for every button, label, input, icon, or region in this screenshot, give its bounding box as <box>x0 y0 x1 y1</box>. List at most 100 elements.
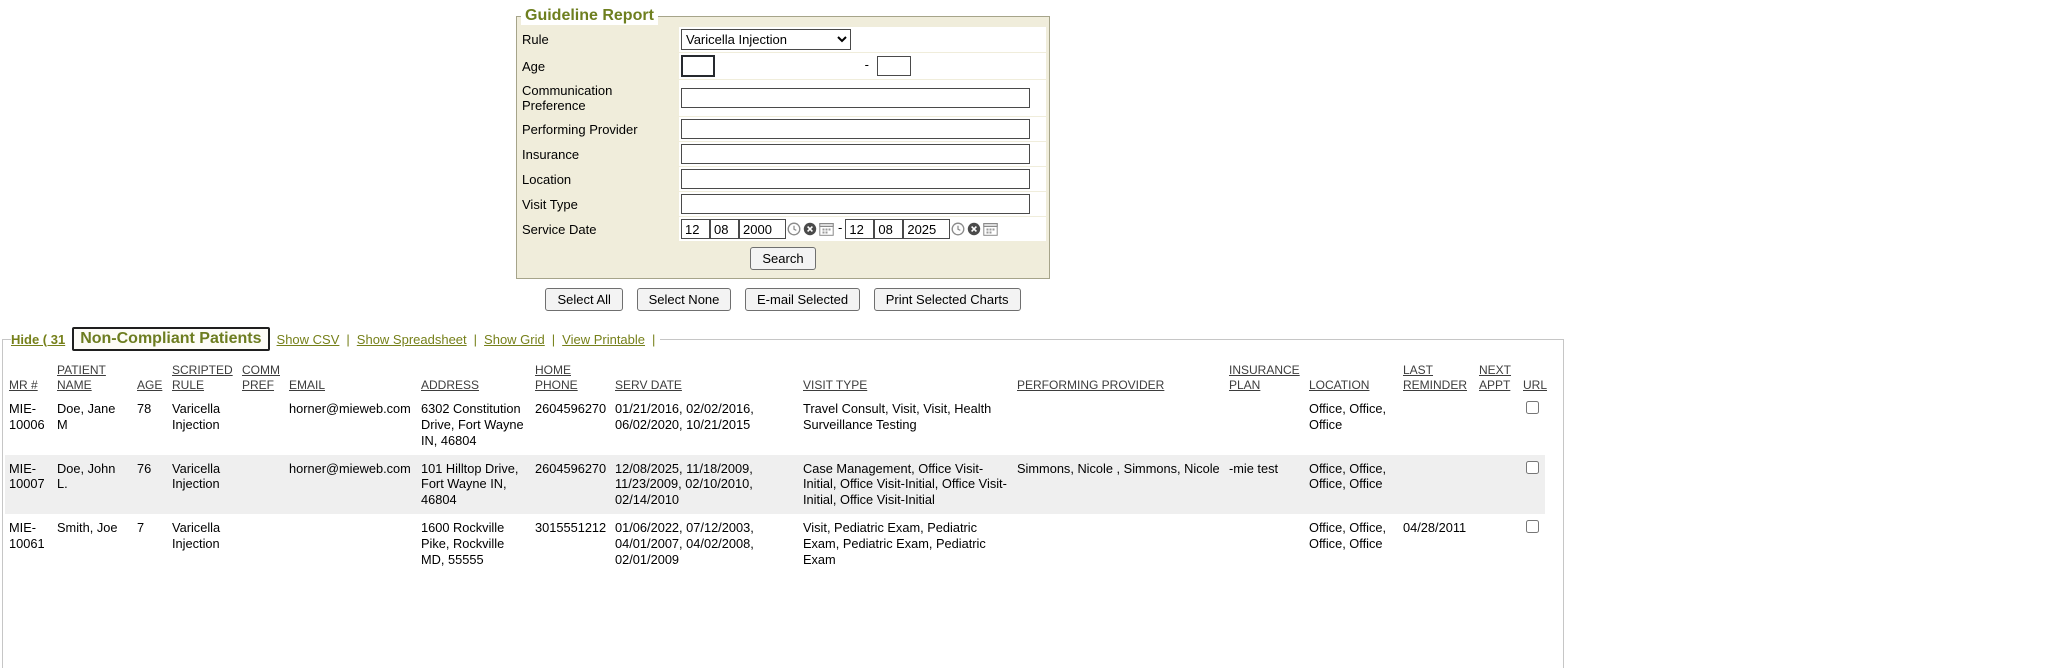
form-row-communication-preference: Communication Preference <box>520 80 1046 116</box>
insurance-input[interactable] <box>681 144 1030 164</box>
cell-email: horner@mieweb.com <box>285 455 417 515</box>
search-button[interactable]: Search <box>750 247 815 270</box>
form-row-rule: Rule Varicella Injection <box>520 27 1046 52</box>
visit-type-input[interactable] <box>681 194 1030 214</box>
service-date-to-year-input[interactable] <box>903 219 950 239</box>
url-checkbox[interactable] <box>1526 401 1539 414</box>
rule-label: Rule <box>520 27 678 52</box>
cell-location: Office, Office, Office, Office <box>1305 514 1399 574</box>
show-csv-link[interactable]: Show CSV <box>277 332 340 347</box>
cell-location: Office, Office, Office, Office <box>1305 455 1399 515</box>
patients-table: MR # PATIENT NAME AGE SCRIPTED RULE COMM… <box>5 354 1545 574</box>
cell-home-phone: 3015551212 <box>531 514 611 574</box>
service-date-from-clock-icon[interactable] <box>787 222 801 236</box>
column-header-last-reminder[interactable]: LAST REMINDER <box>1403 363 1467 392</box>
cell-last-reminder: 04/28/2011 <box>1399 514 1475 574</box>
link-separator: | <box>552 332 555 347</box>
column-header-performing-provider[interactable]: PERFORMING PROVIDER <box>1017 378 1164 392</box>
service-date-to-month-input[interactable] <box>845 219 874 239</box>
cell-scripted-rule: Varicella Injection <box>168 455 238 515</box>
column-header-email[interactable]: EMAIL <box>289 378 325 392</box>
column-header-serv-date[interactable]: SERV DATE <box>615 378 682 392</box>
service-date-to-clear-icon[interactable] <box>967 222 981 236</box>
cell-comm-pref <box>238 455 285 515</box>
cell-home-phone: 2604596270 <box>531 455 611 515</box>
show-spreadsheet-link[interactable]: Show Spreadsheet <box>357 332 467 347</box>
column-header-mr[interactable]: MR # <box>9 378 38 392</box>
guideline-report-title: Guideline Report <box>521 7 658 25</box>
section-title-box: Non-Compliant Patients <box>72 327 269 351</box>
column-header-url[interactable]: URL <box>1523 378 1547 392</box>
cell-patient-name: Smith, Joe <box>53 514 133 574</box>
form-row-service-date: Service Date - <box>520 217 1046 241</box>
cell-performing-provider <box>1013 395 1225 455</box>
column-header-insurance-plan[interactable]: INSURANCE PLAN <box>1229 363 1300 392</box>
column-header-patient-name[interactable]: PATIENT NAME <box>57 363 106 392</box>
link-separator: | <box>346 332 349 347</box>
view-printable-link[interactable]: View Printable <box>562 332 645 347</box>
cell-age: 7 <box>133 514 168 574</box>
cell-url <box>1519 395 1545 455</box>
cell-url <box>1519 455 1545 515</box>
cell-comm-pref <box>238 395 285 455</box>
cell-performing-provider <box>1013 514 1225 574</box>
email-selected-button[interactable]: E-mail Selected <box>745 288 860 311</box>
cell-performing-provider: Simmons, Nicole , Simmons, Nicole <box>1013 455 1225 515</box>
service-date-to-clock-icon[interactable] <box>951 222 965 236</box>
cell-scripted-rule: Varicella Injection <box>168 514 238 574</box>
selection-toolbar: Select All Select None E-mail Selected P… <box>0 288 1566 311</box>
rule-select[interactable]: Varicella Injection <box>681 29 851 50</box>
cell-last-reminder <box>1399 455 1475 515</box>
cell-serv-date: 01/06/2022, 07/12/2003, 04/01/2007, 04/0… <box>611 514 799 574</box>
age-label: Age <box>520 53 678 79</box>
age-to-input[interactable] <box>877 56 911 76</box>
show-grid-link[interactable]: Show Grid <box>484 332 545 347</box>
service-date-from-month-input[interactable] <box>681 219 710 239</box>
service-date-from-year-input[interactable] <box>739 219 786 239</box>
cell-address: 6302 Constitution Drive, Fort Wayne IN, … <box>417 395 531 455</box>
guideline-report-panel: Guideline Report Rule Varicella Injectio… <box>516 7 1050 279</box>
age-separator: - <box>865 57 869 72</box>
location-input[interactable] <box>681 169 1030 189</box>
patient-row: MIE-10006 Doe, Jane M 78 Varicella Injec… <box>5 395 1545 455</box>
service-date-from-day-input[interactable] <box>710 219 739 239</box>
cell-next-appt <box>1475 395 1519 455</box>
cell-age: 76 <box>133 455 168 515</box>
url-checkbox[interactable] <box>1526 461 1539 474</box>
select-none-button[interactable]: Select None <box>637 288 732 311</box>
cell-home-phone: 2604596270 <box>531 395 611 455</box>
service-date-from-calendar-icon[interactable] <box>819 222 834 236</box>
page: Guideline Report Rule Varicella Injectio… <box>0 0 1566 668</box>
service-date-separator: - <box>838 220 842 235</box>
column-header-visit-type[interactable]: VISIT TYPE <box>803 378 867 392</box>
location-label: Location <box>520 167 678 191</box>
column-header-home-phone[interactable]: HOME PHONE <box>535 363 578 392</box>
column-header-address[interactable]: ADDRESS <box>421 378 479 392</box>
communication-preference-label: Communication Preference <box>520 80 678 116</box>
form-row-search: Search <box>520 242 1046 277</box>
performing-provider-label: Performing Provider <box>520 117 678 141</box>
insurance-label: Insurance <box>520 142 678 166</box>
cell-next-appt <box>1475 514 1519 574</box>
performing-provider-input[interactable] <box>681 119 1030 139</box>
print-selected-charts-button[interactable]: Print Selected Charts <box>874 288 1021 311</box>
service-date-to-calendar-icon[interactable] <box>983 222 998 236</box>
cell-mr: MIE-10007 <box>5 455 53 515</box>
column-header-location[interactable]: LOCATION <box>1309 378 1369 392</box>
column-header-scripted-rule[interactable]: SCRIPTED RULE <box>172 363 233 392</box>
select-all-button[interactable]: Select All <box>545 288 622 311</box>
age-from-input[interactable] <box>681 55 715 77</box>
column-header-comm-pref[interactable]: COMM PREF <box>242 363 280 392</box>
cell-mr: MIE-10006 <box>5 395 53 455</box>
hide-link[interactable]: Hide ( 31 <box>11 332 65 347</box>
service-date-to-day-input[interactable] <box>874 219 903 239</box>
form-row-performing-provider: Performing Provider <box>520 117 1046 141</box>
column-header-age[interactable]: AGE <box>137 378 162 392</box>
service-date-from-clear-icon[interactable] <box>803 222 817 236</box>
form-row-visit-type: Visit Type <box>520 192 1046 216</box>
communication-preference-input[interactable] <box>681 88 1030 108</box>
url-checkbox[interactable] <box>1526 520 1539 533</box>
cell-visit-type: Case Management, Office Visit-Initial, O… <box>799 455 1013 515</box>
guideline-report-form: Rule Varicella Injection Age - Communica… <box>519 26 1047 278</box>
column-header-next-appt[interactable]: NEXT APPT <box>1479 363 1511 392</box>
